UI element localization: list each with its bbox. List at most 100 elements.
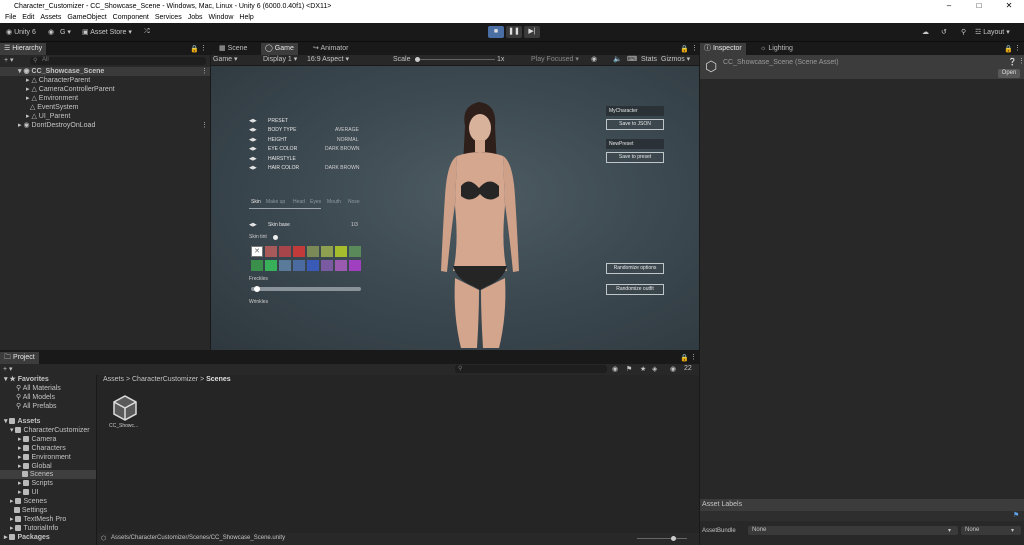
- color-swatch[interactable]: [335, 260, 347, 271]
- color-swatch[interactable]: [265, 246, 277, 257]
- asset-tile[interactable]: CC_Showc...: [107, 395, 143, 435]
- step-button[interactable]: ▶|: [524, 26, 540, 38]
- color-swatch[interactable]: [321, 260, 333, 271]
- tab-animator[interactable]: ↪ Animator: [309, 43, 352, 55]
- menu-edit[interactable]: Edit: [22, 14, 34, 21]
- panel-menu-icon[interactable]: ⋮: [200, 44, 207, 52]
- tag-icon[interactable]: ⚑: [1013, 511, 1019, 519]
- preset-arrows[interactable]: ◀▶: [249, 118, 257, 124]
- display-dropdown[interactable]: Display 1 ▾: [263, 55, 297, 65]
- category-tab-makeup[interactable]: Make up: [266, 199, 285, 205]
- tab-game[interactable]: ◯ Game: [261, 43, 298, 55]
- add-asset-button[interactable]: + ▾: [3, 365, 13, 373]
- color-swatch[interactable]: ✕: [251, 246, 263, 257]
- color-swatch[interactable]: [307, 260, 319, 271]
- menu-component[interactable]: Component: [113, 14, 149, 21]
- add-button[interactable]: + ▾: [4, 56, 14, 64]
- tree-item[interactable]: ▸ △ UI_Parent: [26, 112, 70, 121]
- color-swatch[interactable]: [279, 260, 291, 271]
- lock-icon[interactable]: 🔒: [680, 45, 689, 53]
- favorites-section[interactable]: ▾ ★ Favorites: [4, 375, 49, 384]
- tab-lighting[interactable]: ☼ Lighting: [756, 43, 797, 55]
- mute-icon[interactable]: 🔈: [613, 55, 622, 65]
- character-name-field[interactable]: MyCharacter: [606, 106, 664, 116]
- folder-item[interactable]: ▸ Characters: [18, 444, 66, 453]
- color-swatch[interactable]: [321, 246, 333, 257]
- category-tab-skin[interactable]: Skin: [251, 199, 261, 205]
- favorite-item[interactable]: ⚲ All Prefabs: [16, 402, 57, 411]
- scale-slider-handle[interactable]: [415, 57, 420, 62]
- scene-menu-icon[interactable]: ⋮: [201, 67, 208, 75]
- randomize-outfit-button[interactable]: Randomize outfit: [606, 284, 664, 295]
- cloud-button[interactable]: ◉: [48, 28, 54, 36]
- tab-hierarchy[interactable]: ☰ Hierarchy: [0, 43, 47, 55]
- randomize-options-button[interactable]: Randomize options: [606, 263, 664, 274]
- version-control-icon[interactable]: ⤮: [144, 28, 150, 36]
- minimize-button[interactable]: –: [934, 0, 964, 12]
- open-button[interactable]: Open: [998, 69, 1020, 78]
- skinbase-arrows[interactable]: ◀▶: [249, 222, 257, 228]
- color-swatch[interactable]: [307, 246, 319, 257]
- panel-menu-icon[interactable]: ⋮: [1014, 44, 1021, 52]
- preset-name-field[interactable]: NewPreset: [606, 139, 664, 149]
- tab-scene[interactable]: ▦ Scene: [215, 43, 251, 55]
- dontdestroy-menu-icon[interactable]: ⋮: [201, 121, 208, 129]
- menu-jobs[interactable]: Jobs: [188, 14, 203, 21]
- menu-gameobject[interactable]: GameObject: [67, 14, 106, 21]
- folder-item[interactable]: ▸ Scenes: [10, 497, 47, 506]
- account-dropdown[interactable]: G ▾: [60, 28, 71, 36]
- menu-assets[interactable]: Assets: [40, 14, 61, 21]
- game-mode-dropdown[interactable]: Game ▾: [213, 55, 238, 65]
- category-tab-nose[interactable]: Nose: [348, 199, 360, 205]
- folder-item[interactable]: ▸ Camera: [18, 435, 56, 444]
- menu-help[interactable]: Help: [239, 14, 253, 21]
- height-arrows[interactable]: ◀▶: [249, 137, 257, 143]
- assets-section[interactable]: ▾ Assets: [4, 417, 40, 426]
- zoom-slider[interactable]: [637, 536, 687, 541]
- bodytype-arrows[interactable]: ◀▶: [249, 127, 257, 133]
- panel-menu-icon[interactable]: ⋮: [691, 44, 698, 52]
- layout-dropdown[interactable]: ☲ Layout ▾: [975, 28, 1010, 36]
- stats-button[interactable]: Stats: [641, 55, 657, 65]
- menu-window[interactable]: Window: [209, 14, 234, 21]
- haircolor-arrows[interactable]: ◀▶: [249, 165, 257, 171]
- help-icon[interactable]: ❔: [1008, 58, 1017, 66]
- folder-item[interactable]: ▾ CharacterCustomizer: [10, 426, 90, 435]
- freckles-slider-handle[interactable]: [254, 286, 261, 292]
- save-json-button[interactable]: Save to JSON: [606, 119, 664, 130]
- search-icon[interactable]: ⚲: [961, 28, 966, 36]
- category-tab-mouth[interactable]: Mouth: [327, 199, 341, 205]
- color-swatch[interactable]: [251, 260, 263, 271]
- color-swatch[interactable]: [349, 246, 361, 257]
- visibility-icon[interactable]: ◉: [670, 365, 676, 373]
- play-focused-dropdown[interactable]: Play Focused ▾: [531, 55, 579, 65]
- tree-item[interactable]: ▸ △ CameraControllerParent: [26, 85, 115, 94]
- tree-item[interactable]: ▸ △ CharacterParent: [26, 76, 90, 85]
- asset-store-button[interactable]: ▣ Asset Store ▾: [82, 28, 132, 36]
- pause-button[interactable]: ❚❚: [506, 26, 522, 38]
- eyecolor-arrows[interactable]: ◀▶: [249, 146, 257, 152]
- breadcrumb-item[interactable]: Scenes: [206, 376, 231, 383]
- unity-account-button[interactable]: ◉ Unity 6: [6, 28, 36, 36]
- tree-item[interactable]: △ EventSystem: [26, 103, 79, 112]
- shortcut-icon[interactable]: ⌨: [627, 55, 637, 65]
- tab-project[interactable]: 🗀 Project: [0, 352, 39, 364]
- packages-section[interactable]: ▸ Packages: [4, 533, 50, 542]
- tab-inspector[interactable]: ⓘ Inspector: [700, 43, 746, 55]
- project-search[interactable]: ⚲: [455, 365, 607, 373]
- game-viewport[interactable]: ◀▶ PRESET ◀▶ BODY TYPE AVERAGE ◀▶ HEIGHT…: [211, 66, 699, 350]
- lock-icon[interactable]: 🔒: [190, 45, 199, 53]
- play-button[interactable]: ■: [488, 26, 504, 38]
- folder-item[interactable]: ▸ Environment: [18, 453, 71, 462]
- color-swatch[interactable]: [349, 260, 361, 271]
- panel-menu-icon[interactable]: ⋮: [690, 353, 697, 361]
- filter-label-icon[interactable]: ⚑: [626, 365, 632, 373]
- hairstyle-arrows[interactable]: ◀▶: [249, 156, 257, 162]
- menu-services[interactable]: Services: [155, 14, 182, 21]
- scale-slider[interactable]: [415, 57, 495, 62]
- render-icon[interactable]: ◉: [591, 55, 597, 65]
- cloud-icon[interactable]: ☁: [922, 28, 929, 36]
- star-icon[interactable]: ★: [640, 365, 646, 373]
- inspector-menu-icon[interactable]: ⋮: [1018, 57, 1024, 65]
- lock-icon[interactable]: 🔒: [1004, 45, 1013, 53]
